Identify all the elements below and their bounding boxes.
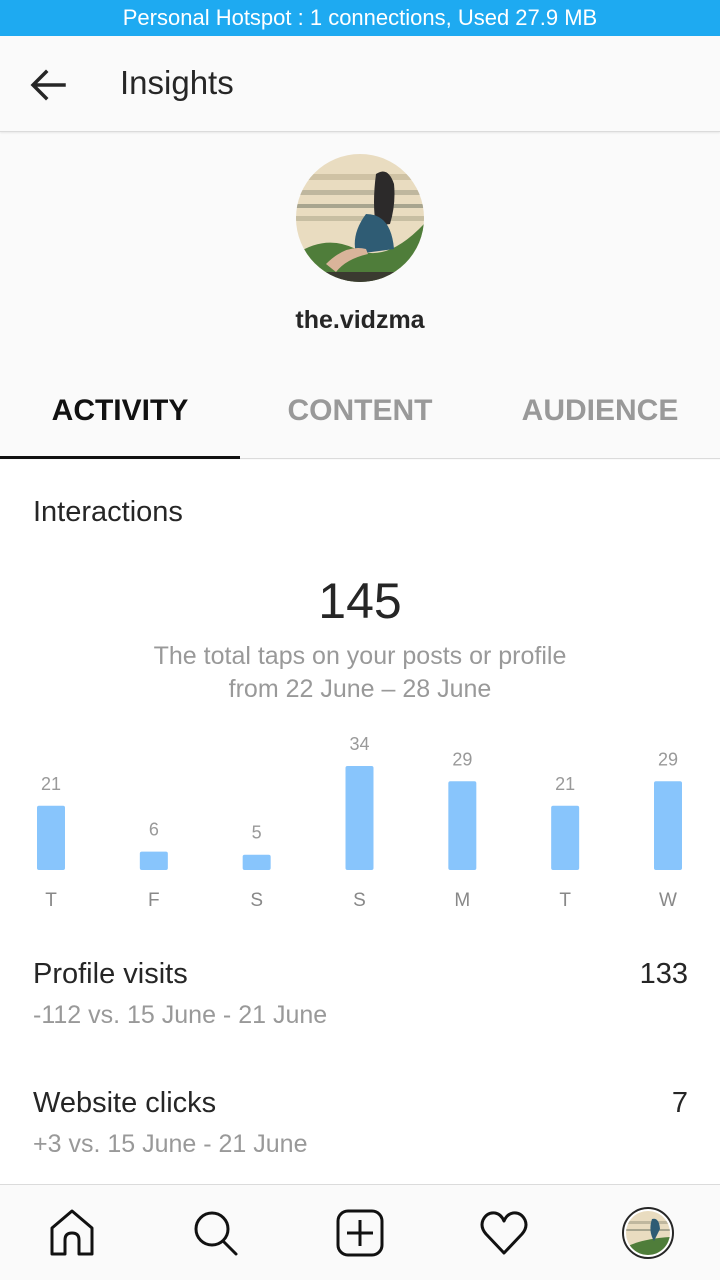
chart-data-label: 29	[658, 749, 678, 769]
metric-profile-visits[interactable]: Profile visits 133 -112 vs. 15 June - 21…	[33, 958, 688, 1030]
metric-label: Website clicks	[33, 1087, 217, 1119]
chart-bar	[242, 854, 271, 870]
chart-x-tick-label: S	[353, 890, 366, 911]
bottom-navigation	[0, 1184, 720, 1280]
chart-x-tick-label: F	[148, 890, 160, 911]
chart-data-label: 21	[41, 774, 61, 794]
username: the.vidzma	[295, 306, 425, 334]
description-line-1: The total taps on your posts or profile	[153, 642, 567, 670]
interactions-title: Interactions	[33, 496, 183, 528]
chart-x-tick-label: T	[45, 890, 57, 911]
description-line-2: from 22 June – 28 June	[228, 675, 492, 703]
chart-bar	[345, 766, 374, 870]
profile-photo	[296, 154, 424, 282]
chart-data-label: 5	[252, 823, 262, 843]
home-icon	[50, 1209, 94, 1255]
metric-comparison: +3 vs. 15 June - 21 June	[33, 1130, 308, 1158]
tab-content[interactable]: CONTENT	[240, 372, 480, 458]
page-title: Insights	[120, 64, 234, 101]
status-bar: Personal Hotspot : 1 connections, Used 2…	[0, 0, 720, 36]
metric-comparison: -112 vs. 15 June - 21 June	[33, 1001, 328, 1029]
tab-audience[interactable]: AUDIENCE	[480, 372, 720, 458]
chart-x-tick-label: S	[250, 890, 263, 911]
avatar[interactable]	[296, 154, 424, 282]
chart-bar	[37, 805, 65, 870]
metric-value: 133	[639, 958, 688, 990]
activity-content: Interactions 145 The total taps on your …	[0, 460, 720, 1184]
app-bar: Insights	[0, 36, 720, 132]
profile-photo	[626, 1210, 670, 1255]
search-icon	[194, 1211, 238, 1255]
nav-search[interactable]	[166, 1198, 266, 1268]
chart-bar	[448, 781, 477, 870]
chart-bar	[654, 781, 682, 870]
nav-activity[interactable]	[454, 1198, 554, 1268]
avatar	[622, 1206, 674, 1259]
chart-data-label: 29	[452, 749, 472, 769]
metric-value: 7	[671, 1087, 688, 1119]
heart-icon	[480, 1210, 528, 1254]
plus-square-icon	[336, 1209, 384, 1256]
back-button[interactable]	[22, 62, 74, 108]
nav-home[interactable]	[22, 1198, 122, 1268]
tab-activity[interactable]: ACTIVITY	[0, 372, 240, 459]
chart-x-tick-label: M	[454, 890, 470, 911]
metric-label: Profile visits	[33, 958, 188, 990]
chart-x-tick-label: T	[559, 890, 571, 911]
arrow-left-icon	[30, 69, 66, 101]
nav-profile[interactable]	[598, 1198, 698, 1268]
chart-data-label: 21	[555, 774, 575, 794]
nav-new-post[interactable]	[310, 1198, 410, 1268]
interactions-description: The total taps on your posts or profile …	[0, 640, 720, 706]
chart-x-tick-label: W	[659, 890, 677, 911]
chart-bar	[551, 805, 580, 870]
insights-tabs: ACTIVITY CONTENT AUDIENCE	[0, 372, 720, 459]
chart-data-label: 6	[149, 820, 159, 840]
chart-bar	[139, 851, 168, 870]
metric-website-clicks[interactable]: Website clicks 7 +3 vs. 15 June - 21 Jun…	[33, 1087, 688, 1159]
interactions-bar-chart: 21 T 6 F 5 S 34 S 29 M 21 T 29 W	[37, 734, 682, 911]
profile-header: the.vidzma	[0, 132, 720, 372]
interactions-total: 145	[318, 573, 402, 629]
chart-data-label: 34	[349, 734, 369, 754]
